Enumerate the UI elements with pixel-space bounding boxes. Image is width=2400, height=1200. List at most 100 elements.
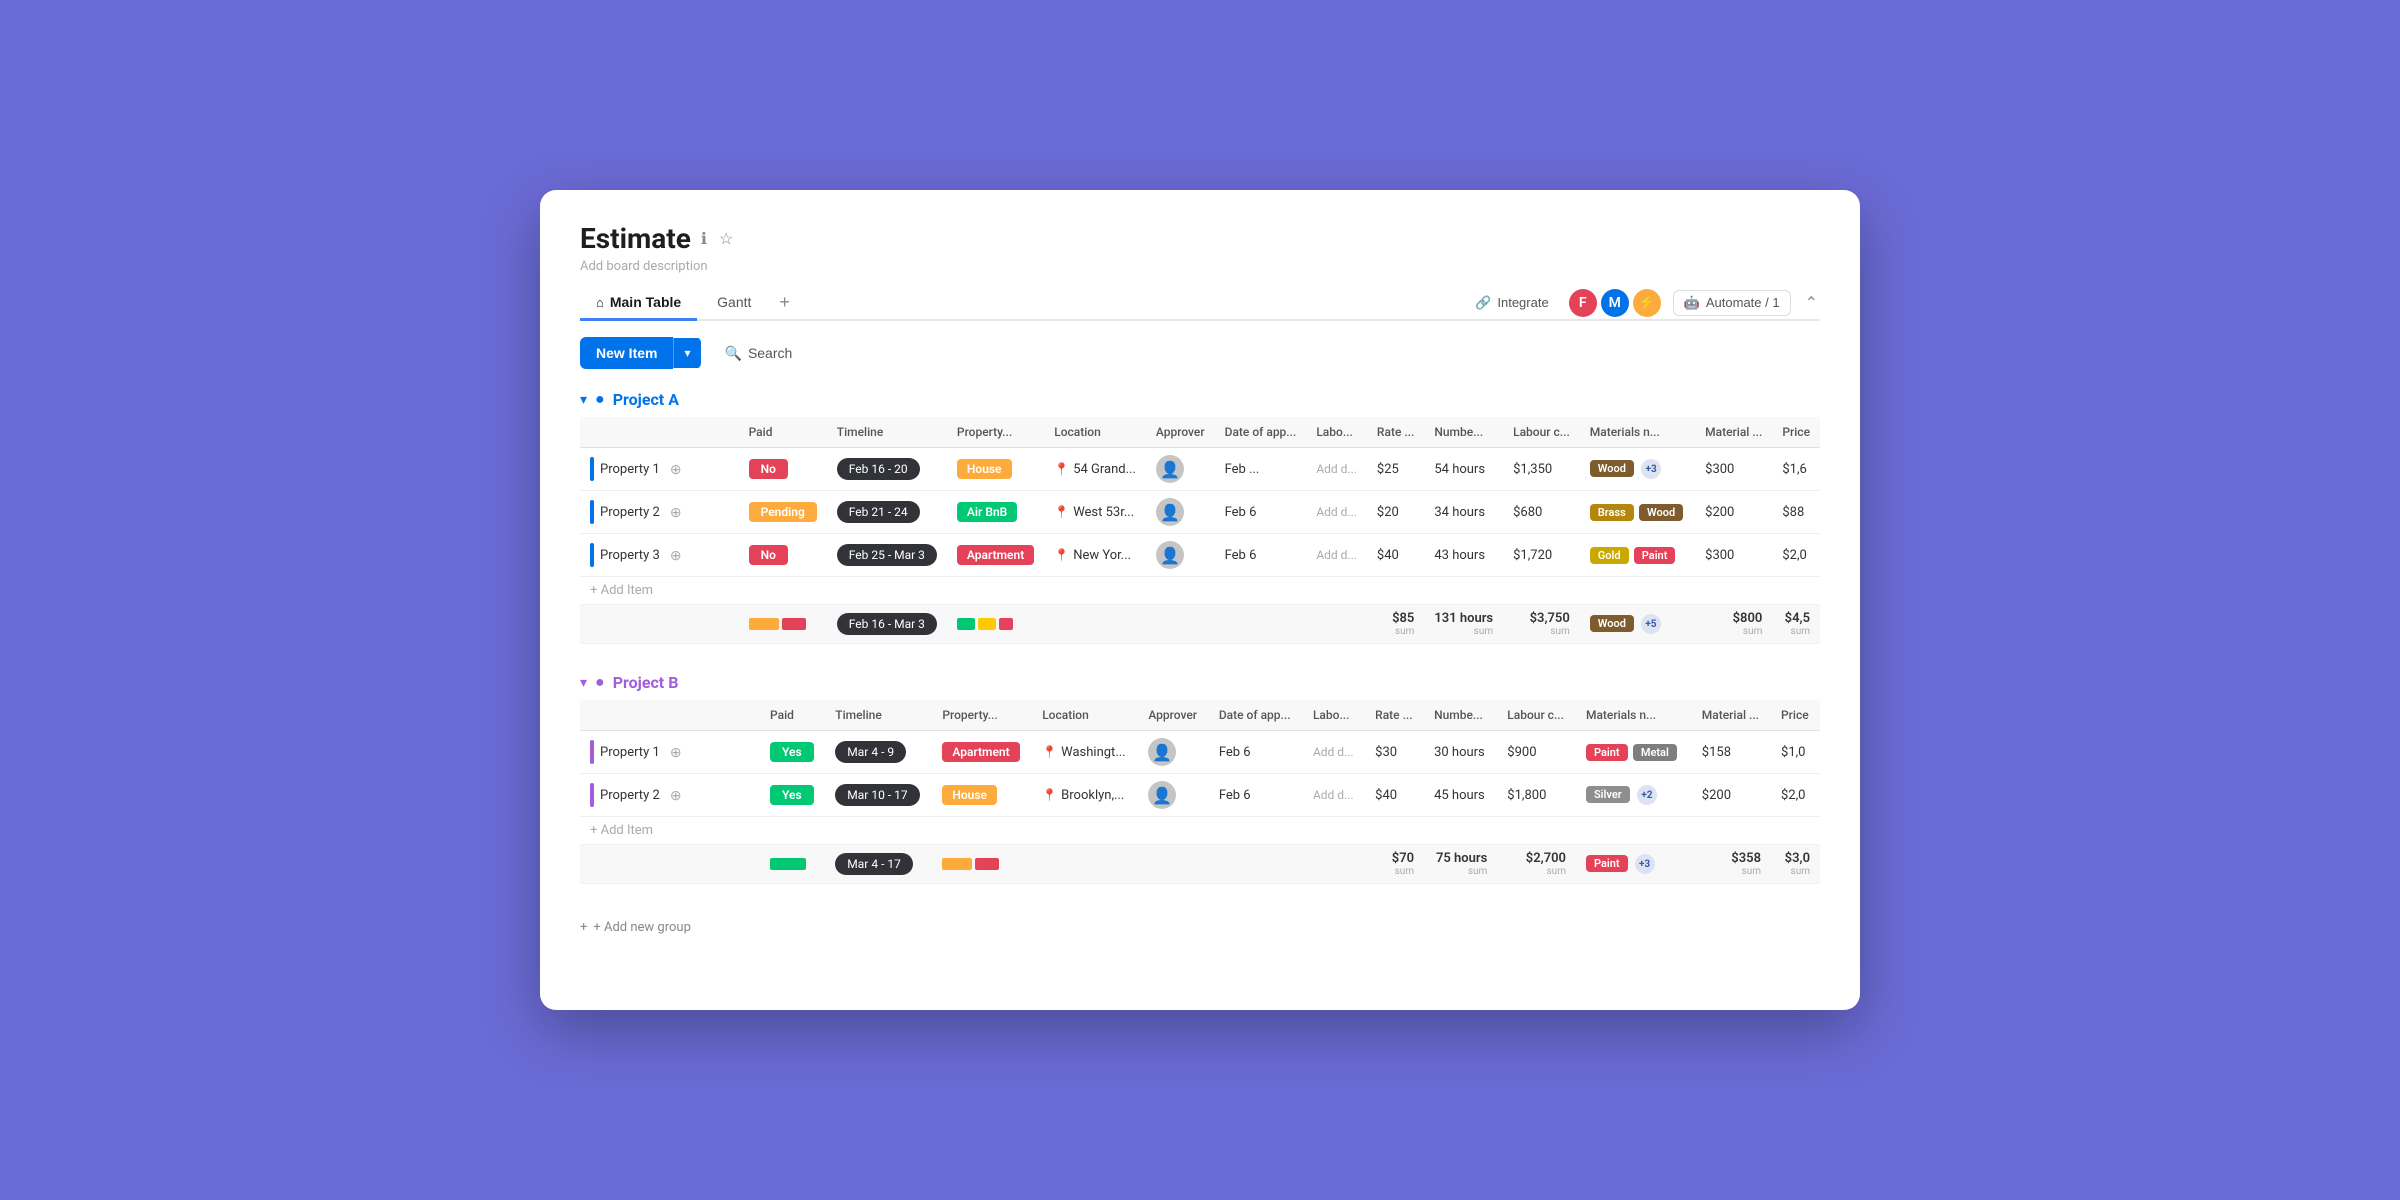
row-a3-name: Property 3: [600, 548, 660, 563]
add-group-label: + Add new group: [593, 920, 691, 935]
col-matcost-b: Material ...: [1692, 700, 1771, 731]
info-button[interactable]: ℹ: [699, 227, 709, 251]
summary-b-labourcost: $2,700 sum: [1497, 845, 1576, 884]
tab-add-button[interactable]: +: [771, 288, 798, 317]
add-new-group-button[interactable]: + + Add new group: [580, 912, 1820, 943]
board-title: Estimate: [580, 222, 691, 255]
row-a2-paid: Pending: [739, 491, 827, 534]
summary-b-date: [1209, 845, 1303, 884]
row-b2-mats: Silver +2: [1576, 774, 1692, 817]
timeline-a2: Feb 21 - 24: [837, 501, 920, 523]
approver-avatar-a1: 👤: [1156, 455, 1184, 483]
row-b1-location: 📍 Washingt...: [1032, 731, 1138, 774]
location-pin-b1: 📍: [1042, 745, 1057, 759]
row-b2-location: 📍 Brooklyn,...: [1032, 774, 1138, 817]
tab-gantt[interactable]: Gantt: [701, 286, 767, 321]
table-row: Property 3 ⊕ No Feb 25 - Mar 3 Apartment…: [580, 534, 1820, 577]
integrate-button[interactable]: 🔗 Integrate: [1467, 291, 1557, 315]
col-paid-a: Paid: [739, 417, 827, 448]
tabs-right: 🔗 Integrate F M ⚡ 🤖 Automate / 1 ⌃: [1467, 289, 1820, 317]
col-timeline-a: Timeline: [827, 417, 947, 448]
row-b2-matcost: $200: [1692, 774, 1771, 817]
row-a3-property: Apartment: [947, 534, 1044, 577]
tl-bar-red-a: [782, 618, 806, 630]
add-item-row-b[interactable]: + Add Item: [580, 817, 1820, 845]
tl-bar-green-b: [770, 858, 806, 870]
row-border-b2: [590, 783, 594, 807]
row-b1-labour: Add d...: [1303, 731, 1365, 774]
location-text-a2: West 53r...: [1073, 505, 1134, 520]
summary-a-empty: [580, 605, 739, 644]
col-location-b: Location: [1032, 700, 1138, 731]
col-number-a: Numbe...: [1424, 417, 1503, 448]
add-group-icon: +: [580, 920, 587, 935]
property-badge-a3: Apartment: [957, 545, 1034, 565]
timeline-b2: Mar 10 - 17: [835, 784, 919, 806]
row-a3-rate: $40: [1367, 534, 1424, 577]
summary-a-paid: [739, 605, 827, 644]
row-a2-labourcost: $680: [1503, 491, 1580, 534]
paid-badge-b2: Yes: [770, 785, 814, 805]
row-b2-add-button[interactable]: ⊕: [666, 785, 686, 805]
group-a-collapse-button[interactable]: ▾: [580, 391, 587, 408]
tab-main-table[interactable]: ⌂ Main Table: [580, 286, 697, 321]
collapse-button[interactable]: ⌃: [1803, 291, 1820, 315]
location-text-a1: 54 Grand...: [1073, 462, 1136, 477]
row-b1-approver: 👤: [1138, 731, 1209, 774]
row-a2-date: Feb 6: [1215, 491, 1307, 534]
col-matsname-b: Materials n...: [1576, 700, 1692, 731]
row-b1-add-button[interactable]: ⊕: [666, 742, 686, 762]
row-a3-timeline: Feb 25 - Mar 3: [827, 534, 947, 577]
row-a2-add-button[interactable]: ⊕: [666, 502, 686, 522]
summary-a-labourcost: $3,750 sum: [1503, 605, 1580, 644]
tab-main-table-label: Main Table: [610, 294, 681, 310]
tl-bar-red2-a: [999, 618, 1013, 630]
group-b-section: ▾ ● Project B Paid Timeline Property... …: [580, 672, 1820, 884]
table-row: Property 2 ⊕ Pending Feb 21 - 24 Air BnB…: [580, 491, 1820, 534]
row-a2-price: $88: [1772, 491, 1820, 534]
group-b-header: ▾ ● Project B: [580, 672, 1820, 692]
row-b1-mats: Paint Metal: [1576, 731, 1692, 774]
col-rate-a: Rate ...: [1367, 417, 1424, 448]
location-pin-a2: 📍: [1054, 505, 1069, 519]
row-a3-add-button[interactable]: ⊕: [666, 545, 686, 565]
group-b-icon: ●: [595, 672, 605, 692]
add-item-cell-a[interactable]: + Add Item: [580, 577, 1820, 605]
new-item-main-button[interactable]: New Item: [580, 337, 673, 369]
summary-a-rate: $85 sum: [1367, 605, 1424, 644]
tl-bar-yellow-a: [978, 618, 996, 630]
group-a-name: Project A: [613, 390, 679, 409]
row-a1-location: 📍 54 Grand...: [1044, 448, 1146, 491]
row-a3-number: 43 hours: [1424, 534, 1503, 577]
row-a1-timeline: Feb 16 - 20: [827, 448, 947, 491]
row-a1-add-button[interactable]: ⊕: [666, 459, 686, 479]
star-button[interactable]: ☆: [717, 227, 735, 251]
col-approver-a: Approver: [1146, 417, 1215, 448]
summary-b-approver: [1138, 845, 1209, 884]
row-b2-labourcost: $1,800: [1497, 774, 1576, 817]
group-b-collapse-button[interactable]: ▾: [580, 674, 587, 691]
paid-badge-a3: No: [749, 545, 788, 565]
table-row: Property 2 ⊕ Yes Mar 10 - 17 House 📍 Bro…: [580, 774, 1820, 817]
robot-icon: 🤖: [1684, 295, 1700, 311]
summary-row-a: Feb 16 - Mar 3: [580, 605, 1820, 644]
summary-a-matcost: $800 sum: [1695, 605, 1772, 644]
group-b-header-row: Paid Timeline Property... Location Appro…: [580, 700, 1820, 731]
col-price-a: Price: [1772, 417, 1820, 448]
row-a2-approver: 👤: [1146, 491, 1215, 534]
summary-b-matcost: $358 sum: [1692, 845, 1771, 884]
search-button[interactable]: 🔍 Search: [713, 339, 805, 368]
col-item: [580, 417, 739, 448]
add-item-cell-b[interactable]: + Add Item: [580, 817, 1820, 845]
tab-gantt-label: Gantt: [717, 294, 751, 310]
new-item-dropdown-button[interactable]: ▾: [673, 338, 700, 368]
group-b-table-wrapper: Paid Timeline Property... Location Appro…: [580, 700, 1820, 884]
col-paid-b: Paid: [760, 700, 825, 731]
add-item-row-a[interactable]: + Add Item: [580, 577, 1820, 605]
automate-button[interactable]: 🤖 Automate / 1: [1673, 290, 1791, 316]
summary-b-property: [932, 845, 1032, 884]
summary-b-paid: [760, 845, 825, 884]
tl-bar-orange-b: [942, 858, 972, 870]
col-number-b: Numbe...: [1424, 700, 1497, 731]
summary-b-loc: [1032, 845, 1138, 884]
